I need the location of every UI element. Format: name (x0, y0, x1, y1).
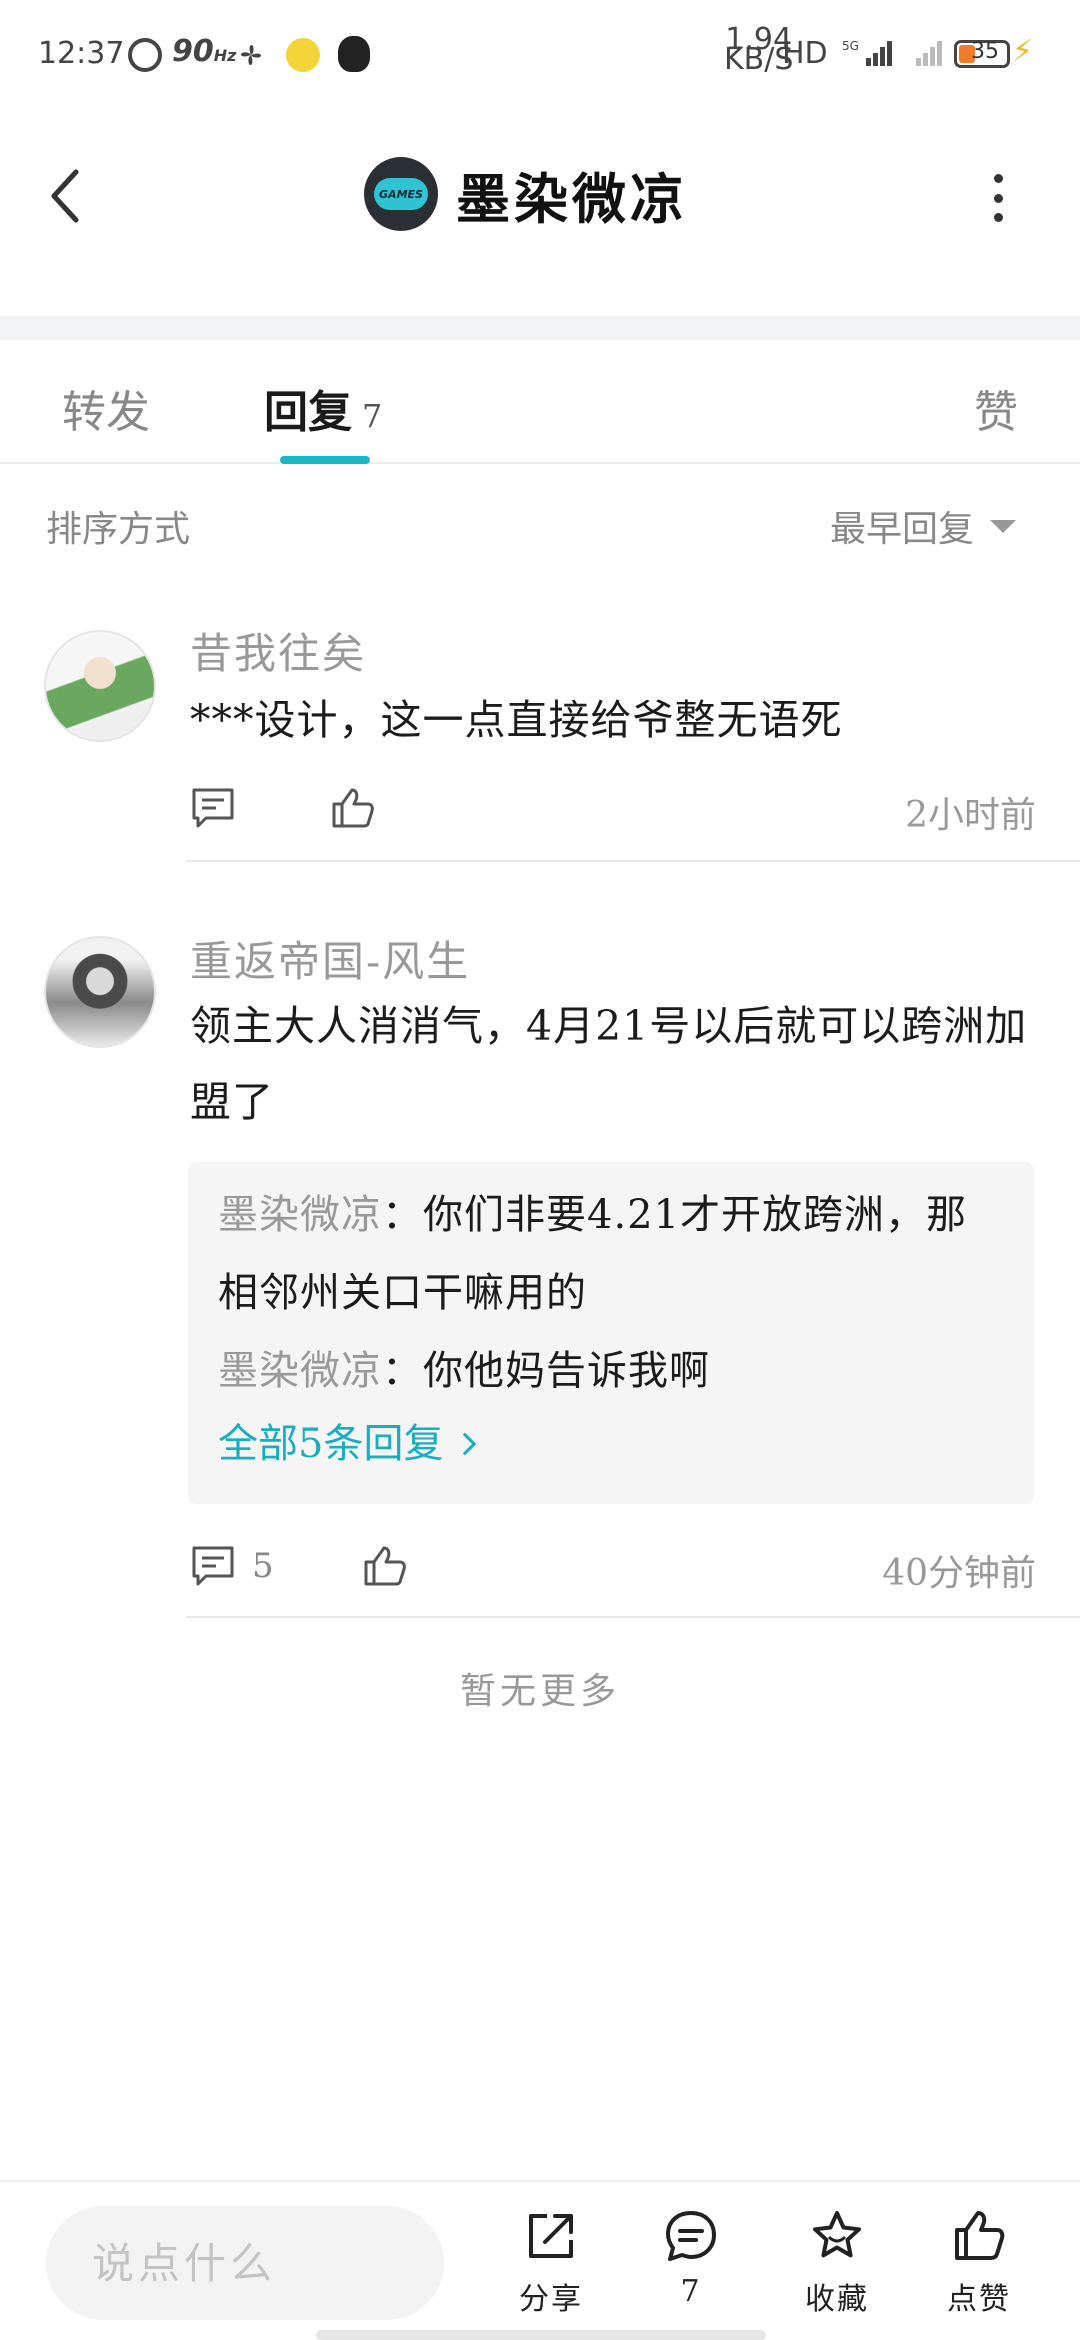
tab-reply-label: 回复 (264, 387, 352, 438)
clock: 12:37 (38, 36, 125, 71)
charging-icon: ⚡ (1012, 34, 1034, 69)
comment-bubble-icon (666, 2211, 716, 2261)
alarm-icon (128, 38, 162, 72)
thumbs-up-icon (955, 2211, 1005, 2260)
tab-forward[interactable]: 转发 (62, 376, 150, 440)
comment-icon[interactable] (190, 786, 236, 830)
tab-like[interactable]: 赞 (974, 376, 1018, 440)
comment-text: 领主大人消消气，4月21号以后就可以跨洲加盟了 (190, 1002, 1028, 1126)
refresh-rate: 90Hz (172, 34, 237, 69)
comment-time: 40分钟前 (882, 1553, 1036, 1594)
more-options-button[interactable] (988, 168, 1008, 228)
comment-author[interactable]: 重返帝国-风生 (190, 928, 470, 989)
like-label: 点赞 (947, 2282, 1011, 2317)
section-divider (0, 316, 1080, 340)
chevron-right-icon (454, 1432, 477, 1456)
back-button[interactable] (44, 166, 88, 226)
collect-button[interactable]: 收藏 (782, 2208, 892, 2328)
comments-count-label: 7 (680, 2274, 702, 2309)
tab-reply-count: 7 (362, 397, 383, 435)
view-all-replies-link[interactable]: 全部5条回复 (218, 1410, 1004, 1478)
fan-icon (240, 44, 262, 66)
battery-icon: 35 (954, 39, 1010, 68)
sub-reply: 墨染微凉：你们非要4.21才开放跨洲，那相邻州关口干嘛用的 (218, 1192, 968, 1316)
more-dot-icon (993, 213, 1003, 222)
comments-button[interactable]: 7 (636, 2208, 746, 2328)
like-icon[interactable] (362, 1544, 408, 1588)
games-logo: GAMES (374, 178, 428, 210)
share-icon (529, 2214, 573, 2258)
star-icon (813, 2211, 861, 2258)
sub-reply: 墨染微凉：你他妈告诉我啊 (218, 1348, 710, 1394)
page-header: GAMES 墨染微凉 (0, 110, 1080, 310)
sub-reply-author[interactable]: 墨染微凉 (218, 1348, 382, 1394)
signal-5g-icon: 5G (842, 39, 892, 66)
battery-level: 35 (971, 39, 999, 64)
sort-selected-value: 最早回复 (830, 509, 975, 550)
qq-icon (338, 36, 370, 72)
comment-actions: 5 40分钟前 (190, 1538, 1036, 1594)
sort-row: 排序方式 最早回复 (0, 500, 1080, 560)
signal-sim2-icon (916, 41, 942, 66)
share-button[interactable]: 分享 (496, 2208, 606, 2328)
tab-active-indicator (280, 456, 370, 464)
author-avatar[interactable]: GAMES (364, 157, 438, 231)
like-icon[interactable] (330, 786, 376, 830)
sort-label: 排序方式 (46, 509, 191, 550)
avatar[interactable] (44, 630, 156, 742)
bottom-action-bar: 分享 7 收藏 点赞 (0, 2180, 1080, 2340)
end-of-list-text: 暂无更多 (459, 1671, 620, 1712)
music-app-icon (286, 38, 320, 72)
like-post-button[interactable]: 点赞 (924, 2208, 1034, 2328)
more-dot-icon (993, 174, 1003, 183)
avatar[interactable] (44, 936, 156, 1048)
sub-reply-author[interactable]: 墨染微凉 (218, 1192, 382, 1238)
svg-text:5G: 5G (842, 39, 859, 53)
tab-bar: 转发 回复 7 赞 (0, 340, 1080, 464)
title-group[interactable]: GAMES 墨染微凉 (364, 154, 688, 234)
collect-label: 收藏 (805, 2282, 869, 2317)
more-dot-icon (993, 193, 1003, 203)
comment-time: 2小时前 (905, 795, 1036, 836)
comment-input[interactable] (46, 2206, 444, 2320)
home-indicator[interactable] (316, 2330, 766, 2340)
comment-count: 5 (252, 1546, 274, 1586)
tab-reply[interactable]: 回复 7 (264, 376, 382, 440)
comment-author[interactable]: 昔我往矣 (190, 620, 366, 681)
comment-actions: 2小时前 (190, 780, 1036, 836)
page-title: 墨染微凉 (456, 166, 688, 231)
comment-icon[interactable] (190, 1544, 236, 1588)
comment-divider (186, 860, 1080, 862)
sub-replies-box[interactable]: 墨染微凉：你们非要4.21才开放跨洲，那相邻州关口干嘛用的 墨染微凉：你他妈告诉… (188, 1162, 1034, 1504)
comment-text: ***设计，这一点直接给爷整无语死 (190, 696, 843, 744)
status-bar: 12:37 90Hz 1.94 KB/S HD 5G 35 ⚡ (0, 0, 1080, 110)
sort-dropdown[interactable]: 最早回复 (830, 500, 1017, 552)
caret-down-icon (990, 519, 1017, 533)
share-label: 分享 (519, 2282, 583, 2317)
comment-divider (186, 1616, 1080, 1618)
sub-reply-text: 你他妈告诉我啊 (423, 1348, 710, 1394)
hd-indicator: HD (782, 36, 828, 71)
